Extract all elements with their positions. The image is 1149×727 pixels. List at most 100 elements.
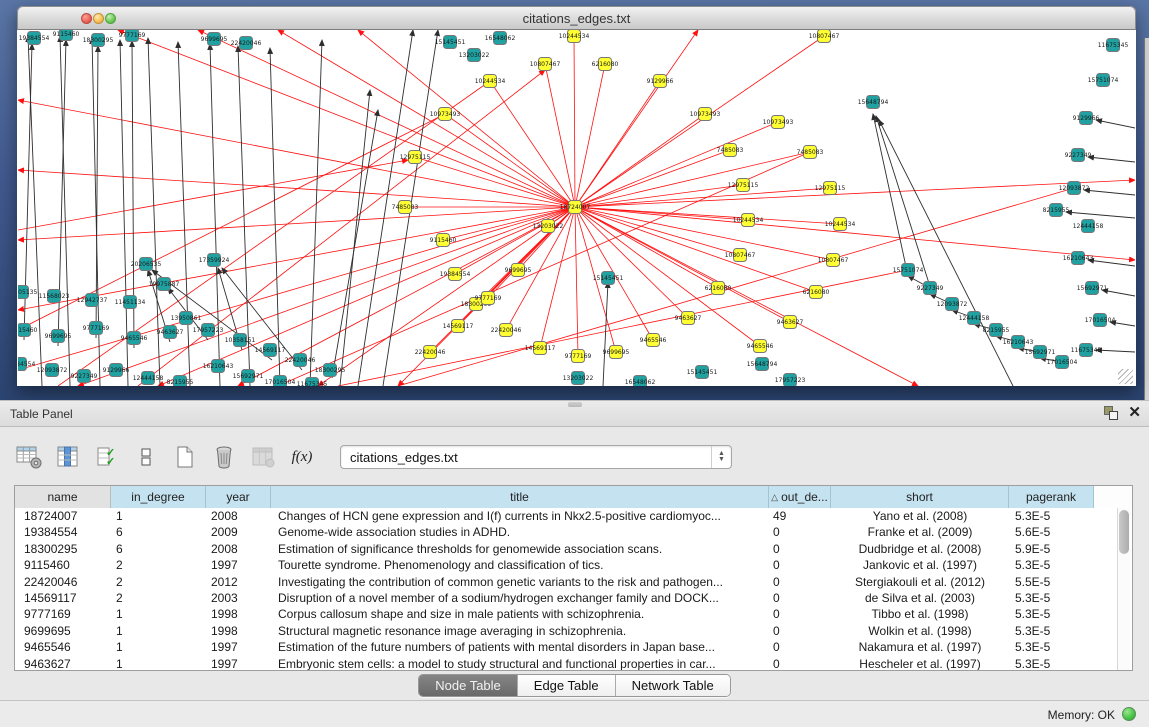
table-cell[interactable]: 2	[111, 574, 206, 590]
network-node[interactable]: 19384554	[440, 268, 471, 281]
table-cell[interactable]: 0	[769, 656, 831, 671]
table-cell[interactable]: Nakamura et al. (1997)	[831, 639, 1009, 655]
table-row[interactable]: 1830029562008Estimation of significance …	[15, 541, 1132, 557]
table-cell[interactable]: 2008	[206, 541, 271, 557]
column-header-short[interactable]: short	[831, 486, 1009, 508]
network-view-window[interactable]: citations_edges.txt 12505135115680231294…	[17, 6, 1136, 386]
table-cell[interactable]: 0	[769, 524, 831, 540]
network-node[interactable]: 15145451	[435, 36, 466, 49]
network-node[interactable]: 17359924	[199, 254, 230, 267]
network-node[interactable]: 12975115	[815, 182, 846, 195]
network-node[interactable]: 9699695	[45, 330, 72, 343]
table-cell[interactable]: Genome-wide association studies in ADHD.	[271, 524, 769, 540]
table-cell[interactable]: 19384554	[15, 524, 111, 540]
network-node[interactable]: 11675345	[1098, 39, 1129, 52]
table-cell[interactable]: 0	[769, 541, 831, 557]
network-node[interactable]: 17957223	[775, 374, 806, 387]
table-cell[interactable]: 5.3E-5	[1009, 606, 1094, 622]
table-cell[interactable]: 2	[111, 590, 206, 606]
table-cell[interactable]: 2009	[206, 524, 271, 540]
network-canvas[interactable]: 1250513511568023129427371145113420206535…	[18, 30, 1135, 386]
table-cell[interactable]: 5.3E-5	[1009, 508, 1094, 524]
network-node[interactable]: 15648794	[747, 358, 778, 371]
network-node[interactable]: 16548062	[625, 376, 656, 387]
table-cell[interactable]: Changes of HCN gene expression and I(f) …	[271, 508, 769, 524]
column-header-title[interactable]: title	[271, 486, 769, 508]
network-node[interactable]: 9115460	[18, 324, 38, 337]
table-settings-icon[interactable]	[14, 443, 44, 471]
network-node[interactable]: 13203022	[459, 49, 490, 62]
network-node[interactable]: 9699695	[603, 346, 630, 359]
window-titlebar[interactable]: citations_edges.txt	[17, 6, 1136, 30]
table-cell[interactable]: Estimation of significance thresholds fo…	[271, 541, 769, 557]
create-column-icon[interactable]	[170, 443, 200, 471]
network-node[interactable]: 10244534	[475, 75, 506, 88]
network-node[interactable]: 12975115	[400, 151, 431, 164]
table-cell[interactable]: 6	[111, 524, 206, 540]
resize-grip[interactable]	[1118, 369, 1133, 384]
network-node[interactable]: 10244534	[825, 218, 856, 231]
network-node[interactable]: 9129966	[1073, 112, 1100, 125]
network-node[interactable]: 22420046	[415, 346, 446, 359]
table-cell[interactable]: 9465546	[15, 639, 111, 655]
table-cell[interactable]: 0	[769, 557, 831, 573]
table-cell[interactable]: 6	[111, 541, 206, 557]
citation-network-graph[interactable]: 1250513511568023129427371145113420206535…	[18, 30, 1135, 386]
network-node[interactable]: 9777169	[565, 350, 592, 363]
network-node[interactable]: 17016504	[265, 376, 296, 387]
table-cell[interactable]: 5.3E-5	[1009, 557, 1094, 573]
table-cell[interactable]: 18300295	[15, 541, 111, 557]
network-node[interactable]: 6216080	[592, 58, 619, 71]
network-node[interactable]: 7485083	[717, 144, 744, 157]
network-node[interactable]: 9129966	[647, 75, 674, 88]
table-cell[interactable]: 0	[769, 574, 831, 590]
table-cell[interactable]: Jankovic et al. (1997)	[831, 557, 1009, 573]
table-cell[interactable]: 9699695	[15, 623, 111, 639]
table-row[interactable]: 1938455462009Genome-wide association stu…	[15, 524, 1132, 540]
network-node[interactable]: 9129966	[103, 364, 130, 377]
network-node[interactable]: 9777169	[119, 30, 146, 42]
table-cell[interactable]: 1997	[206, 557, 271, 573]
choose-visible-columns-icon[interactable]: ✓✓	[92, 443, 122, 471]
table-cell[interactable]: Franke et al. (2009)	[831, 524, 1009, 540]
network-node[interactable]: 12444158	[1073, 220, 1104, 233]
network-node[interactable]: 11451134	[115, 296, 146, 309]
column-header-year[interactable]: year	[206, 486, 271, 508]
table-cell[interactable]: 1998	[206, 623, 271, 639]
network-node[interactable]: 15751074	[893, 264, 924, 277]
network-node[interactable]: 9463627	[157, 326, 184, 339]
table-cell[interactable]: 2012	[206, 574, 271, 590]
network-node[interactable]: 9115460	[53, 30, 80, 41]
table-cell[interactable]: 2	[111, 557, 206, 573]
network-node[interactable]: 10807467	[530, 58, 561, 71]
network-node[interactable]: 15648794	[858, 96, 889, 109]
network-node[interactable]: 16210643	[1003, 336, 1034, 349]
column-header-out-de-[interactable]: △out_de...	[769, 486, 831, 508]
network-node[interactable]: 18300295	[83, 34, 114, 47]
network-node[interactable]: 13950861	[171, 312, 202, 325]
table-cell[interactable]: Yano et al. (2008)	[831, 508, 1009, 524]
table-cell[interactable]: 1	[111, 606, 206, 622]
network-node[interactable]: 22420046	[491, 324, 522, 337]
column-header-in-degree[interactable]: in_degree	[111, 486, 206, 508]
table-cell[interactable]: Hescheler et al. (1997)	[831, 656, 1009, 671]
table-cell[interactable]: 9777169	[15, 606, 111, 622]
table-cell[interactable]: 0	[769, 623, 831, 639]
table-cell[interactable]: 1	[111, 656, 206, 671]
network-node[interactable]: 12444158	[133, 372, 164, 385]
table-cell[interactable]: 0	[769, 639, 831, 655]
table-cell[interactable]: Corpus callosum shape and size in male p…	[271, 606, 769, 622]
table-cell[interactable]: 1	[111, 508, 206, 524]
network-node[interactable]: 8215955	[1043, 204, 1070, 217]
table-cell[interactable]: de Silva et al. (2003)	[831, 590, 1009, 606]
table-cell[interactable]: Stergiakouli et al. (2012)	[831, 574, 1009, 590]
table-cell[interactable]: 14569117	[15, 590, 111, 606]
splitter-handle[interactable]	[568, 402, 582, 407]
network-node[interactable]: 15751074	[1088, 74, 1119, 87]
table-row[interactable]: 946554611997Estimation of the future num…	[15, 639, 1132, 655]
table-cell[interactable]: Investigating the contribution of common…	[271, 574, 769, 590]
function-builder-icon[interactable]: f(x)	[287, 443, 317, 471]
network-node[interactable]: 9227349	[1065, 149, 1092, 162]
table-cell[interactable]: 9115460	[15, 557, 111, 573]
scrollbar-thumb[interactable]	[1119, 510, 1129, 554]
